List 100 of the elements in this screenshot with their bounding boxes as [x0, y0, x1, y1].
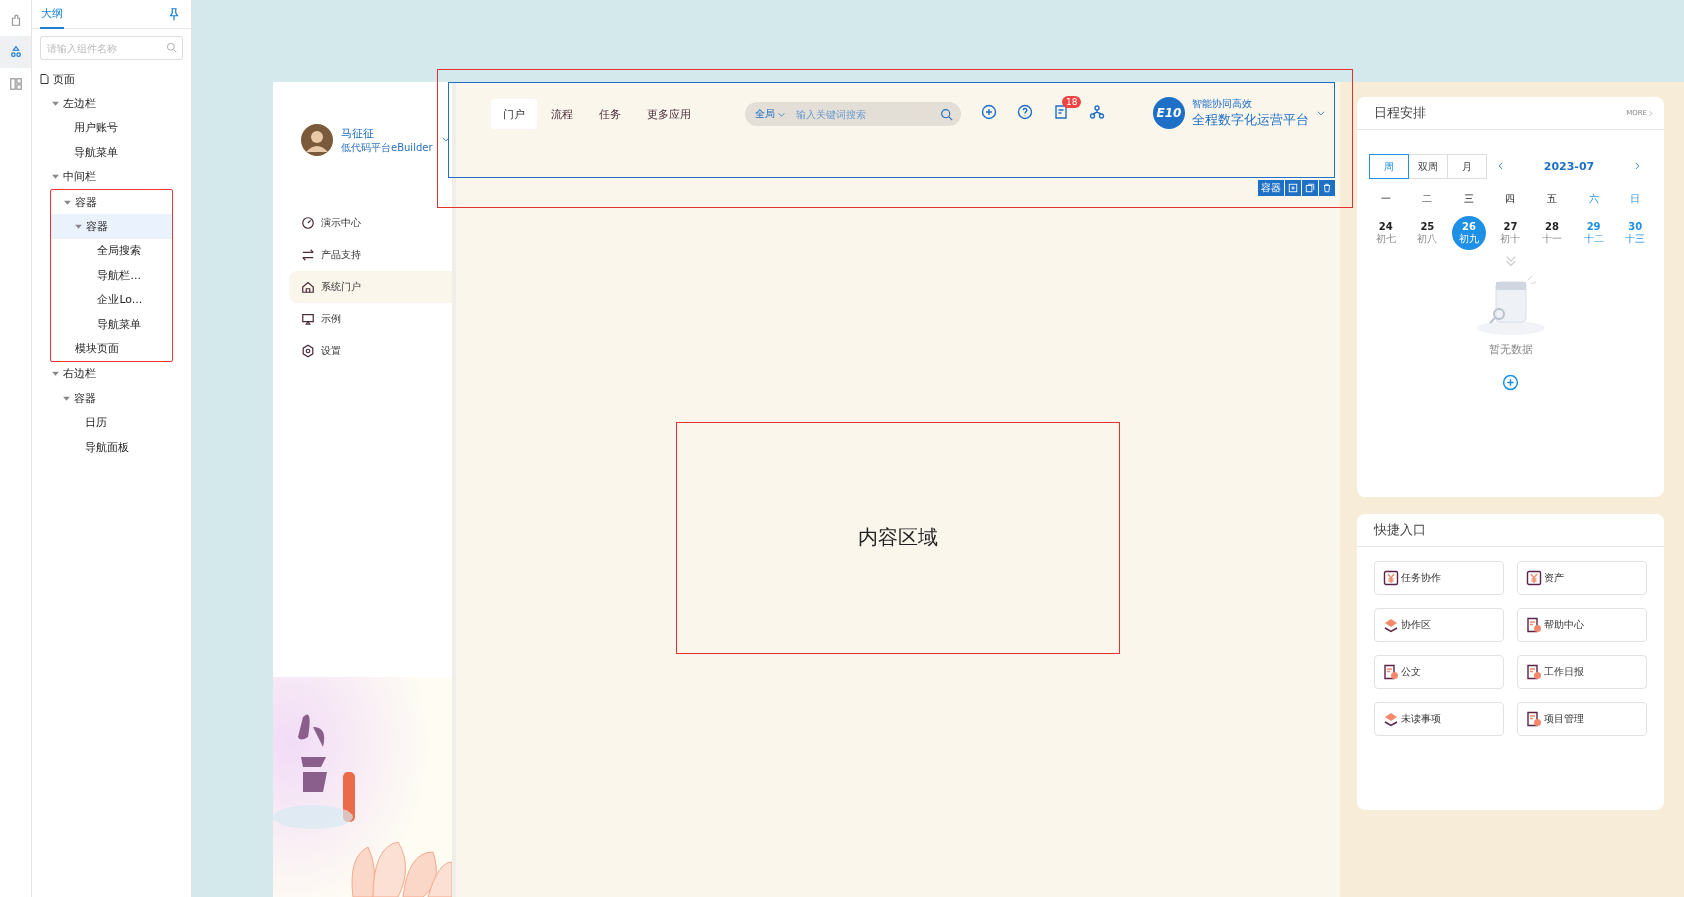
search-icon — [166, 42, 177, 53]
help-icon — [1017, 104, 1033, 120]
day-cell[interactable]: 25 初八 — [1410, 216, 1445, 250]
card-title: 快捷入口 — [1374, 521, 1426, 539]
day-cell[interactable]: 24 初七 — [1368, 216, 1403, 250]
layers-icon — [1383, 617, 1399, 633]
search-field[interactable]: 请输入组件名称 — [40, 36, 183, 60]
tree-item[interactable]: 导航栏... — [51, 263, 172, 288]
empty-message: 暂无数据 — [1488, 342, 1533, 357]
tree-item[interactable]: 导航菜单 — [32, 140, 191, 165]
shapes-icon — [8, 45, 23, 59]
dashboard-icon — [301, 216, 315, 230]
menu-item[interactable]: 演示中心 — [289, 207, 452, 239]
chevron-right-icon — [1647, 109, 1654, 117]
add-icon — [981, 104, 997, 120]
weekday-label: 六 — [1587, 192, 1600, 206]
chevron-left-icon — [1496, 161, 1506, 171]
shortcut-button[interactable]: 资产 — [1517, 561, 1647, 595]
add-icon[interactable] — [1502, 374, 1519, 391]
menu-item[interactable]: 系统门户 — [289, 271, 452, 303]
shortcut-button[interactable]: 工作日报 — [1517, 655, 1647, 689]
count-badge: 18 — [1062, 96, 1082, 108]
menu-item[interactable]: 示例 — [289, 303, 452, 335]
chevron-down-icon[interactable] — [440, 134, 451, 144]
search-icon[interactable] — [940, 107, 953, 121]
tree-item[interactable]: 容器 — [32, 386, 191, 411]
tree-item[interactable]: 日历 — [32, 410, 191, 435]
org-chart-icon — [1089, 104, 1105, 120]
shortcut-button[interactable]: 任务协作 — [1374, 561, 1504, 595]
tree-item[interactable]: 导航面板 — [32, 434, 191, 460]
toolbar-button[interactable] — [1053, 104, 1069, 120]
yuan-document-icon — [1383, 570, 1399, 586]
day-cell[interactable]: 30 十三 — [1618, 216, 1653, 250]
document-icon — [1053, 104, 1069, 120]
nav-tab[interactable]: 流程 — [539, 99, 585, 129]
toolbar-button[interactable] — [1089, 104, 1105, 120]
tree-item[interactable]: 用户账号 — [32, 115, 191, 141]
tree-item[interactable]: 全局搜索 — [51, 238, 172, 264]
swap-icon — [301, 248, 315, 262]
toolbar-button[interactable] — [1017, 104, 1033, 120]
shortcut-button[interactable]: 协作区 — [1374, 608, 1504, 642]
nav-tab[interactable]: 门户 — [491, 99, 537, 129]
weekday-label: 日 — [1629, 192, 1642, 206]
shortcut-button[interactable]: 未读事项 — [1374, 702, 1504, 736]
tree-item[interactable]: 左边栏 — [32, 91, 191, 116]
add-icon — [1288, 183, 1298, 193]
shortcut-button[interactable]: 帮助中心 — [1517, 608, 1647, 642]
report-clock-icon — [1383, 664, 1399, 680]
shortcut-button[interactable]: 公文 — [1374, 655, 1504, 689]
shortcut-button[interactable]: 项目管理 — [1517, 702, 1647, 736]
copy-button[interactable] — [1302, 180, 1318, 196]
monitor-icon — [301, 312, 315, 326]
day-cell[interactable]: 29 十二 — [1576, 216, 1611, 250]
tree-item[interactable]: 容器 — [51, 189, 172, 215]
search-field[interactable]: 全局 输入关键词搜索 — [745, 102, 961, 126]
chevron-right-icon — [1632, 161, 1642, 171]
tree-item[interactable]: 页面 — [32, 67, 191, 92]
menu-item[interactable]: 产品支持 — [289, 239, 452, 271]
chevron-down-icon[interactable] — [1316, 108, 1326, 118]
nav-tab[interactable]: 任务 — [587, 99, 633, 129]
sidebar-tab[interactable] — [0, 36, 31, 68]
report-clock-icon — [1526, 617, 1542, 633]
logo: E10 — [1153, 97, 1185, 129]
page-icon — [40, 74, 49, 85]
view-tab[interactable]: 周 — [1369, 154, 1409, 179]
user-name: 马征征 — [341, 126, 375, 141]
add-button[interactable] — [1285, 180, 1301, 196]
weekday-label: 五 — [1546, 192, 1559, 206]
tree-item[interactable]: 模块页面 — [51, 336, 172, 361]
day-cell[interactable]: 28 十一 — [1535, 216, 1570, 250]
tree-item[interactable]: 容器 — [51, 214, 172, 239]
menu-item[interactable]: 设置 — [289, 335, 452, 367]
weekday-label: 二 — [1421, 192, 1434, 206]
search-input[interactable]: 输入关键词搜索 — [794, 107, 932, 121]
toolbar-button[interactable] — [981, 104, 997, 120]
delete-button[interactable] — [1319, 180, 1335, 196]
platform-title: 全程数字化运营平台 — [1192, 111, 1309, 129]
weekday-label: 一 — [1379, 192, 1392, 206]
content-label: 内容区域 — [858, 524, 938, 551]
tree-item[interactable]: 企业Lo... — [51, 287, 172, 312]
report-clock-icon — [1526, 664, 1542, 680]
pin-icon[interactable] — [167, 7, 181, 21]
weekday-label: 三 — [1462, 192, 1475, 206]
yuan-document-icon — [1526, 570, 1542, 586]
tree-item[interactable]: 导航菜单 — [51, 311, 172, 337]
tree-item[interactable]: 右边栏 — [32, 361, 191, 387]
empty-calendar-drawing — [1475, 274, 1546, 336]
nav-tab[interactable]: 更多应用 — [635, 99, 703, 129]
view-tab[interactable]: 双周 — [1408, 154, 1448, 179]
weekday-label: 四 — [1504, 192, 1517, 206]
avatar[interactable] — [301, 124, 333, 156]
tree-item[interactable]: 中间栏 — [32, 164, 191, 189]
view-tab[interactable]: 月 — [1447, 154, 1487, 179]
slogan: 智能协同高效 — [1192, 97, 1253, 111]
month-label: 2023-07 — [1542, 160, 1596, 173]
day-cell[interactable]: 27 初十 — [1493, 216, 1528, 250]
outline-tab[interactable]: 大纲 — [40, 0, 64, 29]
card-title: 日程安排 — [1374, 104, 1426, 122]
trash-icon — [1322, 183, 1332, 193]
scope-dropdown[interactable]: 全局 — [755, 107, 786, 121]
